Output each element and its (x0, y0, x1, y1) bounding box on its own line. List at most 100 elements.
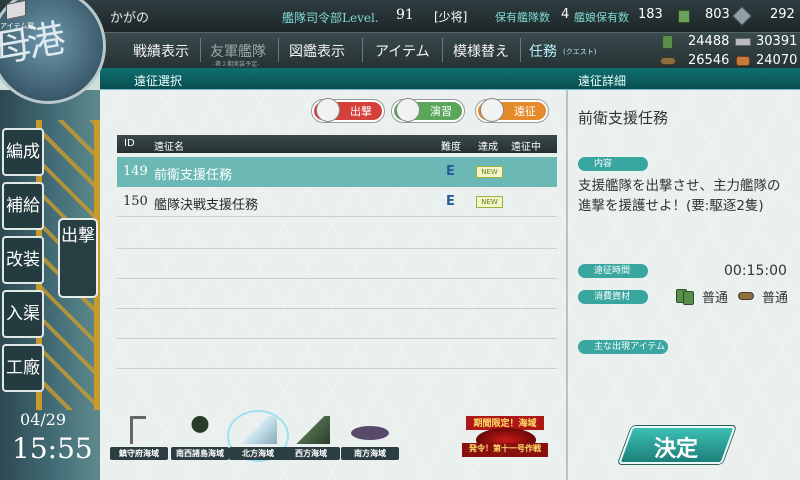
shipgirl-count-label: 艦娘保有数 (574, 11, 629, 24)
world-tab-3-selected[interactable]: 北方海域 (229, 412, 287, 460)
player-name: かがの (110, 11, 150, 26)
expedition-description: 支援艦隊を出撃させ、主力艦隊の進撃を援護せよ！(要:駆逐2隻) (578, 178, 781, 214)
cost-tag: 消費資材 (578, 290, 648, 304)
nav-items[interactable]: アイテム (375, 41, 430, 61)
exercise-mode-button[interactable]: 演習 (392, 98, 464, 122)
world-tab-label: 北方海域 (229, 447, 287, 460)
decide-button-label: 決定 (654, 436, 699, 462)
development-material-count: 292 (770, 7, 795, 22)
expedition-name: 前衛支援任務 (154, 168, 233, 183)
steel-count: 30391 (756, 34, 798, 49)
column-name: 遠征名 (154, 142, 184, 153)
expedition-id: 150 (123, 194, 148, 209)
world-tab-label: 南方海域 (341, 447, 399, 460)
bucket-count: 803 (705, 7, 730, 22)
content-tag: 内容 (578, 157, 648, 171)
fuel-icon (683, 291, 694, 305)
plane-icon (316, 98, 340, 122)
shipgirl-count-value: 183 (638, 7, 663, 22)
crane-icon (130, 416, 146, 444)
column-difficulty: 難度 (441, 142, 461, 153)
list-divider (117, 278, 557, 279)
clock-date: 04/29 (20, 410, 67, 429)
clock-time: 15:55 (12, 432, 93, 465)
expedition-row-selected[interactable]: 149 前衛支援任務 E NEW (117, 157, 557, 187)
shipgirl-face-icon (396, 98, 420, 122)
arsenal-button[interactable]: 工廠 (2, 344, 44, 392)
expedition-name: 艦隊決戦支援任務 (154, 198, 259, 213)
world-tab-1[interactable]: 鎮守府海域 (110, 412, 168, 460)
compass-icon (480, 98, 504, 122)
world-tab-2[interactable]: 南西諸島海域 (171, 412, 229, 460)
steel-icon (735, 38, 751, 46)
expedition-detail-title: 前衛支援任務 (578, 109, 669, 127)
bauxite-count: 24070 (756, 53, 798, 68)
sortie-mode-label: 出撃 (350, 105, 372, 118)
fleet-count-value: 4 (561, 7, 570, 22)
nav-quests[interactable]: 任務 (529, 41, 557, 61)
nav-separator (278, 38, 279, 62)
expedition-select-heading: 遠征選択 (134, 74, 183, 88)
nav-furniture[interactable]: 模様替え (453, 41, 509, 61)
nav-friend-fleet-note: -第２期実装予定- (213, 61, 260, 68)
expedition-duration: 00:15:00 (724, 263, 787, 279)
nav-separator (442, 38, 443, 62)
expedition-row[interactable]: 150 艦隊決戦支援任務 E NEW (117, 187, 557, 217)
list-divider (117, 368, 557, 369)
new-badge: NEW (476, 166, 503, 178)
difficulty-badge: E (446, 164, 455, 179)
nav-separator (200, 38, 201, 62)
exercise-mode-label: 演習 (430, 105, 452, 118)
island-icon (351, 426, 389, 440)
fuel-cost: 普通 (702, 291, 729, 306)
world-tab-label: 南西諸島海域 (171, 447, 229, 460)
new-badge: NEW (476, 196, 503, 208)
column-ongoing: 遠征中 (511, 142, 541, 153)
resupply-button[interactable]: 補給 (2, 182, 44, 230)
nav-sortie-record[interactable]: 戦績表示 (133, 41, 189, 61)
detail-divider (566, 90, 568, 480)
palm-tree-icon (181, 416, 219, 444)
admiral-rank: [少将] (434, 10, 468, 24)
world-tab-4[interactable]: 西方海域 (282, 412, 340, 460)
remodel-button[interactable]: 改装 (2, 236, 44, 284)
bucket-icon (678, 10, 690, 23)
ammo-count: 26546 (688, 53, 730, 68)
list-divider (117, 248, 557, 249)
nav-quests-sub: (クエスト) (563, 48, 597, 56)
list-divider (117, 308, 557, 309)
list-divider (117, 338, 557, 339)
world-tab-label: 鎮守府海域 (110, 447, 168, 460)
expedition-id: 149 (123, 164, 148, 179)
section-subheader-bar (100, 68, 800, 90)
sortie-mode-button[interactable]: 出撃 (312, 98, 384, 122)
ammo-icon (660, 57, 676, 65)
difficulty-badge: E (446, 194, 455, 209)
rewards-tag: 主な出現アイテム (578, 340, 668, 354)
ammo-cost: 普通 (762, 291, 789, 306)
fleet-count-label: 保有艦隊数 (495, 11, 550, 24)
nav-separator (520, 38, 521, 62)
expedition-mode-label: 遠征 (514, 105, 536, 118)
hq-level-label: 艦隊司令部Level. (282, 11, 379, 25)
event-operation-banner[interactable]: 発令！第十一号作戦 (462, 443, 548, 457)
fuel-icon (662, 35, 673, 49)
expedition-mode-button[interactable]: 遠征 (476, 98, 548, 122)
column-achieved: 達成 (478, 142, 498, 153)
organize-button[interactable]: 編成 (2, 128, 44, 176)
world-tab-label: 西方海域 (282, 447, 340, 460)
nav-friend-fleet: 友軍艦隊 (210, 44, 266, 60)
nav-library[interactable]: 図鑑表示 (289, 41, 345, 61)
nav-separator (362, 38, 363, 62)
expedition-detail-heading: 遠征詳細 (578, 74, 627, 88)
sortie-side-button[interactable]: 出撃 (58, 218, 98, 298)
fuel-count: 24488 (688, 34, 730, 49)
repair-dock-button[interactable]: 入渠 (2, 290, 44, 338)
mountain-icon (292, 416, 330, 444)
iceberg-icon (239, 416, 277, 444)
duration-tag: 遠征時間 (578, 264, 648, 278)
bauxite-icon (736, 56, 750, 66)
world-tab-5[interactable]: 南方海域 (341, 412, 399, 460)
ammo-icon (738, 292, 754, 300)
item-shop-label: アイテム屋 (0, 22, 35, 30)
